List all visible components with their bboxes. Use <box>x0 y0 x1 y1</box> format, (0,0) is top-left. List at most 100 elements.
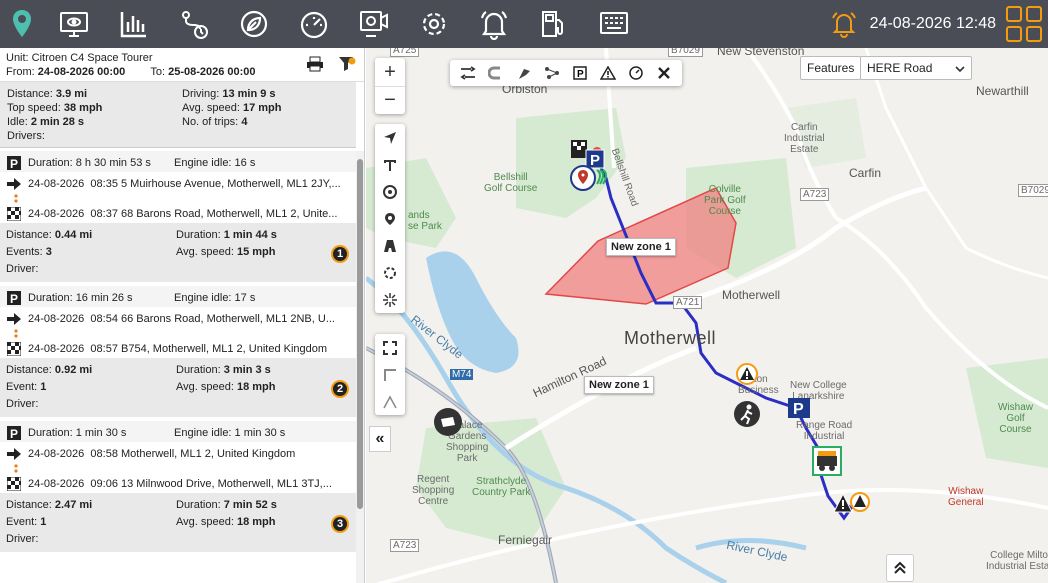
parking-toggle-icon[interactable]: P <box>566 60 594 86</box>
map-label: Bellshill Golf Course <box>484 172 538 194</box>
close-icon[interactable] <box>650 60 678 86</box>
start-marker-icon[interactable]: P <box>570 140 610 203</box>
features-button[interactable]: Features <box>800 56 862 80</box>
map-label: New Stevenston <box>717 48 805 58</box>
zone-label[interactable]: New zone 1 <box>584 376 654 394</box>
map-label: Colville Park Golf Course <box>704 184 746 217</box>
road-shield: A721 <box>673 296 703 309</box>
arrow-right-icon <box>6 448 22 460</box>
location-marker-icon[interactable] <box>375 205 405 232</box>
trip-number-badge: 1 <box>331 245 349 263</box>
map-measure-tools <box>375 334 405 415</box>
parking-icon: P <box>6 156 22 170</box>
speedometer-icon[interactable] <box>284 0 344 48</box>
zone-label[interactable]: New zone 1 <box>606 238 676 256</box>
zoom-controls: + − <box>375 58 405 114</box>
chevron-down-icon <box>955 61 965 75</box>
trip-item[interactable]: P Duration: 16 min 26 s Engine idle: 17 s … <box>0 286 357 421</box>
navigate-arrow-icon[interactable] <box>375 124 405 151</box>
route-toggle-icon[interactable] <box>454 60 482 86</box>
clock-display: 24-08-2026 12:48 <box>869 15 996 32</box>
road-shield: A725 <box>390 48 420 57</box>
monitor-icon[interactable] <box>44 0 104 48</box>
arrow-right-icon <box>6 313 22 325</box>
unit-header: Unit: Citroen C4 Space Tourer From: 24-0… <box>0 48 364 82</box>
collapse-panel-button[interactable]: « <box>369 426 391 452</box>
arrow-right-icon <box>6 178 22 190</box>
apps-grid-icon[interactable] <box>1006 6 1042 42</box>
checkered-flag-icon <box>6 207 22 221</box>
leaf-icon[interactable] <box>224 0 284 48</box>
angle-icon[interactable] <box>375 388 405 415</box>
warning-toggle-icon[interactable] <box>594 60 622 86</box>
trip-list-scrollbar[interactable] <box>356 151 364 583</box>
road-shield: A723 <box>800 188 830 201</box>
map-layer-select[interactable]: HERE Road <box>860 56 972 80</box>
map-label: Strathclyde Country Park <box>472 476 531 498</box>
map-view[interactable]: Orbiston New Stevenston Newarthill Carfi… <box>366 48 1048 583</box>
trip-item[interactable]: P Duration: 1 min 30 s Engine idle: 1 min … <box>0 421 357 556</box>
printer-icon[interactable] <box>306 56 324 76</box>
road-shield: A723 <box>390 539 420 552</box>
warning-icon[interactable] <box>736 363 758 388</box>
end-warning-icon[interactable] <box>833 492 870 521</box>
gear-icon[interactable] <box>375 259 405 286</box>
map-label: Carfin Industrial Estate <box>784 122 825 155</box>
speed-flag-icon[interactable] <box>510 60 538 86</box>
filter-icon[interactable] <box>338 56 356 76</box>
trip-report-panel: Unit: Citroen C4 Space Tourer From: 24-0… <box>0 48 365 583</box>
trip-number-badge: 2 <box>331 380 349 398</box>
route-dots-icon <box>6 193 351 205</box>
map-layer-value: HERE Road <box>867 61 933 75</box>
trip-item[interactable]: P Duration: 8 h 30 min 53 s Engine idle: 1… <box>0 151 357 286</box>
map-label: Ferniegair <box>498 533 553 547</box>
pedestrian-event-icon[interactable] <box>733 400 761 431</box>
map-base-layer <box>366 48 1048 583</box>
text-tool-icon[interactable] <box>375 151 405 178</box>
map-label: Motherwell <box>722 288 781 302</box>
trip-number-badge: 3 <box>331 515 349 533</box>
fuel-pump-icon[interactable] <box>524 0 584 48</box>
route-dots-icon <box>6 463 351 475</box>
crosshair-icon[interactable] <box>375 286 405 313</box>
ruler-icon[interactable] <box>375 361 405 388</box>
fullscreen-icon[interactable] <box>375 334 405 361</box>
drawing-toolbar: P <box>450 60 682 86</box>
top-navigation-bar: 24-08-2026 12:48 <box>0 0 1048 48</box>
gear-pin-icon[interactable] <box>404 0 464 48</box>
keyboard-icon[interactable] <box>584 0 644 48</box>
location-pin-logo-icon[interactable] <box>0 0 44 48</box>
road-shield: M74 <box>450 369 474 380</box>
map-label: Wishaw Golf Course <box>998 402 1034 435</box>
parking-icon: P <box>6 426 22 440</box>
map-label: Motherwell <box>624 328 717 348</box>
zoom-in-button[interactable]: + <box>375 58 405 86</box>
vehicle-marker-icon[interactable] <box>812 446 842 479</box>
trip-summary: Distance: 3.9 mi Driving: 13 min 9 s Top… <box>0 82 356 148</box>
steering-wheel-icon[interactable] <box>375 178 405 205</box>
magnet-icon[interactable] <box>482 60 510 86</box>
map-label: Carfin <box>849 166 882 180</box>
expand-up-button[interactable] <box>886 554 914 582</box>
route-clock-icon[interactable] <box>164 0 224 48</box>
bell-icon[interactable] <box>464 0 524 48</box>
road-icon[interactable] <box>375 232 405 259</box>
checkered-flag-icon <box>6 342 22 356</box>
svg-text:P: P <box>590 152 600 169</box>
zoom-out-button[interactable]: − <box>375 86 405 114</box>
parking-icon: P <box>6 291 22 305</box>
alarm-bell-icon[interactable] <box>830 10 858 38</box>
trip-list: P Duration: 8 h 30 min 53 s Engine idle: 1… <box>0 151 357 583</box>
svg-text:P: P <box>10 292 18 305</box>
route-points-icon[interactable] <box>538 60 566 86</box>
bar-chart-icon[interactable] <box>104 0 164 48</box>
svg-text:P: P <box>10 157 18 170</box>
route-dots-icon <box>6 328 351 340</box>
map-label: ands se Park <box>408 210 442 232</box>
parking-marker-icon[interactable]: P <box>788 398 810 421</box>
video-camera-icon[interactable] <box>344 0 404 48</box>
svg-text:P: P <box>10 427 18 440</box>
gauge-toggle-icon[interactable] <box>622 60 650 86</box>
map-label: Regent Shopping Centre <box>412 474 455 507</box>
road-shield: B7029 <box>668 48 703 57</box>
